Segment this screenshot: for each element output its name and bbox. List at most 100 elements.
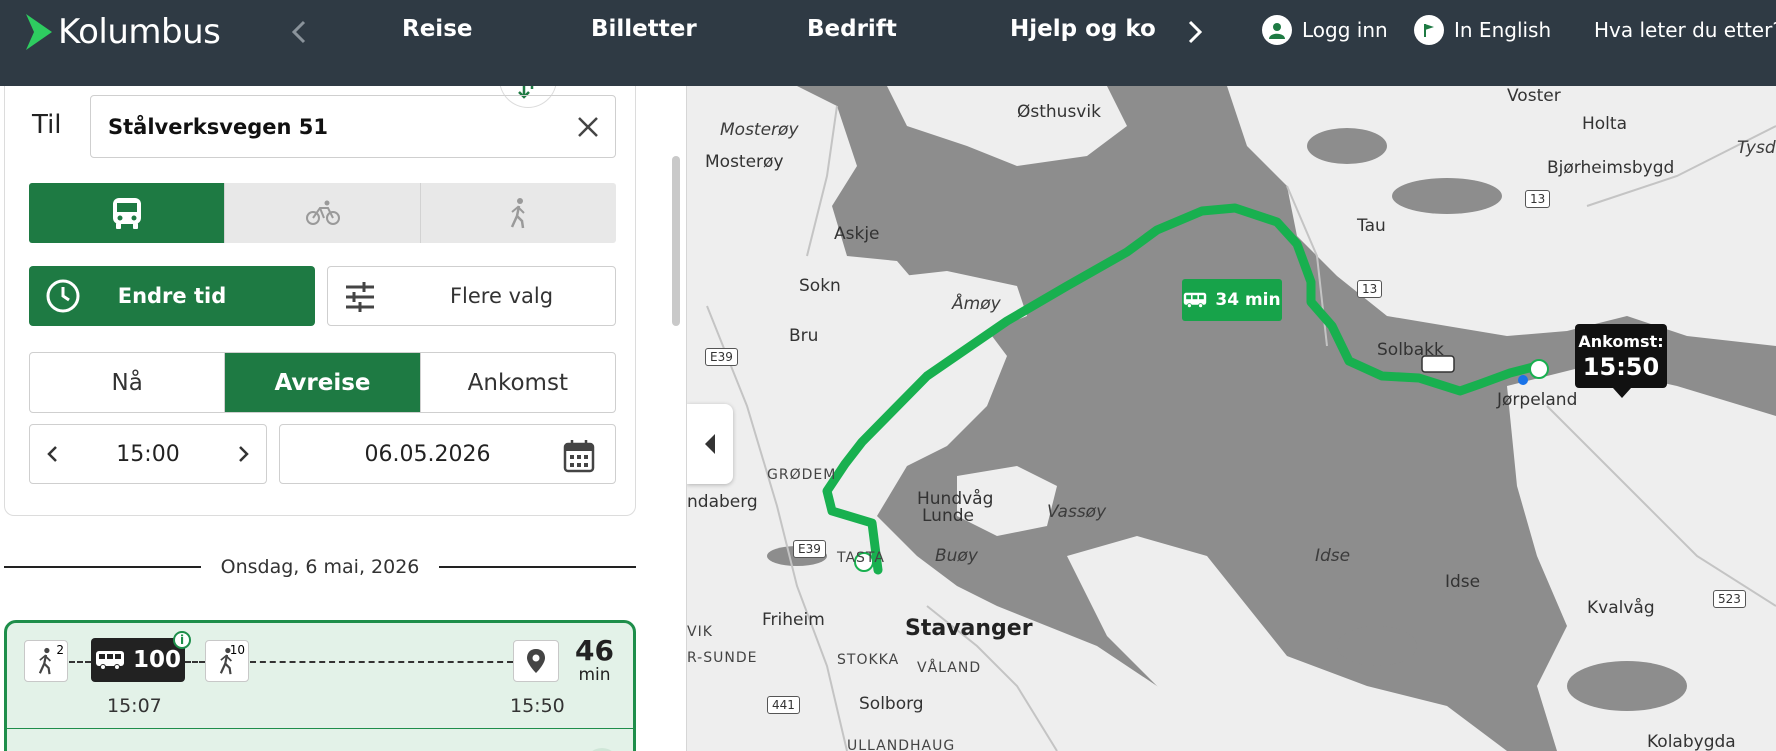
road-shield: 13 bbox=[1525, 190, 1551, 208]
place-label: ULLANDHAUG bbox=[847, 738, 956, 751]
place-label: Idse bbox=[1315, 546, 1351, 566]
login-label: Logg inn bbox=[1302, 18, 1388, 42]
nav-item-hjelp[interactable]: Hjelp og kon bbox=[1010, 16, 1155, 42]
time-mode-now[interactable]: Nå bbox=[30, 353, 226, 412]
more-options-label: Flere valg bbox=[449, 284, 554, 308]
place-label: Mosterøy bbox=[720, 120, 799, 140]
route-duration-text: 34 min bbox=[1215, 290, 1281, 310]
place-label: STOKKA bbox=[837, 652, 900, 668]
more-options-button[interactable]: Flere valg bbox=[327, 266, 616, 326]
time-mode-departure[interactable]: Avreise bbox=[225, 353, 421, 412]
place-label: Østhusvik bbox=[1017, 102, 1101, 122]
place-label: Solbakk bbox=[1377, 340, 1444, 360]
place-label: Bjørheimsbygd bbox=[1547, 158, 1675, 178]
nav-scroll-left-button[interactable] bbox=[284, 14, 314, 50]
mode-bicycle[interactable] bbox=[225, 183, 421, 243]
to-value: Stålverksvegen 51 bbox=[108, 114, 328, 139]
site-search-button[interactable]: Hva leter du etter? bbox=[1594, 18, 1776, 42]
duration-unit: min bbox=[578, 665, 611, 685]
time-value[interactable]: 15:00 bbox=[116, 442, 179, 467]
place-label: Kvalvåg bbox=[1587, 598, 1655, 618]
walk-leg-end: 10 bbox=[205, 640, 249, 682]
sidebar-scrollbar[interactable] bbox=[672, 156, 680, 326]
place-label: Solborg bbox=[859, 694, 924, 714]
destination-marker bbox=[513, 640, 559, 682]
date-input[interactable]: 06.05.2026 bbox=[279, 424, 616, 484]
time-mode-arrival[interactable]: Ankomst bbox=[421, 353, 615, 412]
place-label: R-SUNDE bbox=[687, 650, 758, 666]
collapse-sidebar-button[interactable] bbox=[687, 404, 733, 484]
place-label: Tau bbox=[1357, 216, 1386, 236]
bicycle-icon bbox=[305, 200, 340, 225]
road-shield: E39 bbox=[705, 348, 738, 366]
results-date-header: Onsdag, 6 mai, 2026 bbox=[220, 556, 420, 578]
date-value: 06.05.2026 bbox=[364, 441, 491, 467]
place-label: Jørpeland bbox=[1497, 390, 1578, 410]
login-button[interactable]: Logg inn bbox=[1262, 15, 1388, 45]
destination-stop-marker bbox=[1529, 359, 1549, 379]
walk-start-minutes: 2 bbox=[56, 643, 64, 657]
nav-item-bedrift[interactable]: Bedrift bbox=[807, 16, 897, 42]
mode-bus[interactable] bbox=[29, 183, 225, 243]
leg-connector bbox=[250, 661, 513, 663]
bus-icon bbox=[95, 651, 124, 670]
nav-scroll-right-button[interactable] bbox=[1180, 14, 1210, 50]
nav-item-reise[interactable]: Reise bbox=[402, 16, 472, 42]
leg-connector bbox=[69, 661, 91, 663]
place-label: Kolabygda bbox=[1647, 732, 1736, 751]
trip-result-card[interactable]: 2 100 i 10 46 min 15:07 15:50 bbox=[4, 620, 636, 751]
departure-time: 15:07 bbox=[107, 695, 162, 717]
place-label: Buøy bbox=[935, 546, 978, 566]
sliders-icon bbox=[346, 282, 374, 312]
trip-duration: 46 min bbox=[575, 634, 614, 686]
to-input[interactable]: Stålverksvegen 51 bbox=[90, 95, 616, 158]
nav-item-billetter[interactable]: Billetter bbox=[591, 16, 697, 42]
walk-leg-start: 2 bbox=[24, 640, 68, 682]
chevron-left-icon[interactable] bbox=[46, 445, 58, 463]
language-label: In English bbox=[1454, 18, 1552, 42]
arrival-tooltip: Ankomst: 15:50 bbox=[1575, 324, 1667, 398]
place-label: Holta bbox=[1582, 114, 1627, 134]
date-divider: Onsdag, 6 mai, 2026 bbox=[4, 552, 637, 582]
place-label: TASTA bbox=[837, 550, 885, 566]
mode-walk[interactable] bbox=[421, 183, 616, 243]
calendar-icon[interactable] bbox=[563, 439, 595, 473]
destination-point bbox=[1518, 375, 1528, 385]
place-label: Stavanger bbox=[905, 616, 1033, 641]
top-navigation-bar: Kolumbus Reise Billetter Bedrift Hjelp o… bbox=[0, 0, 1776, 86]
kolumbus-logo[interactable]: Kolumbus bbox=[26, 12, 221, 52]
info-icon[interactable]: i bbox=[173, 631, 191, 649]
land-ryfylke bbox=[1227, 86, 1776, 346]
place-label: GRØDEM bbox=[767, 467, 837, 483]
map-view[interactable]: Østhusvik Mosterøy Mosterøy Askje Sokn B… bbox=[687, 86, 1776, 751]
chevron-right-icon[interactable] bbox=[238, 445, 250, 463]
caret-left-icon bbox=[705, 434, 715, 454]
trip-planner-sidebar: Til Stålverksvegen 51 Endre tid Flere va… bbox=[0, 86, 687, 751]
place-label: Askje bbox=[834, 224, 880, 244]
place-label: Bru bbox=[789, 326, 819, 346]
chevron-left-icon bbox=[292, 20, 306, 44]
arrival-time: 15:50 bbox=[510, 695, 565, 717]
road-shield: 441 bbox=[767, 696, 800, 714]
location-pin-icon bbox=[527, 649, 545, 673]
road-shield: E39 bbox=[793, 540, 826, 558]
road-shield: 523 bbox=[1713, 590, 1746, 608]
place-label: Voster bbox=[1507, 86, 1561, 106]
place-label: Idse bbox=[1445, 572, 1481, 592]
change-time-button[interactable]: Endre tid bbox=[29, 266, 315, 326]
bus-icon bbox=[112, 198, 141, 229]
route-duration-chip[interactable]: 34 min bbox=[1182, 279, 1282, 321]
clear-icon[interactable] bbox=[575, 114, 601, 140]
bus-leg: 100 bbox=[91, 638, 185, 682]
route-number: 100 bbox=[132, 647, 181, 673]
brand-name: Kolumbus bbox=[58, 12, 221, 52]
language-button[interactable]: In English bbox=[1414, 15, 1551, 45]
duration-value: 46 bbox=[575, 634, 614, 667]
walk-icon bbox=[38, 647, 51, 675]
divider-line bbox=[4, 566, 201, 568]
place-label: Lunde bbox=[922, 506, 974, 526]
kolumbus-logo-icon bbox=[26, 14, 52, 50]
walk-icon bbox=[510, 198, 525, 229]
walk-end-minutes: 10 bbox=[229, 643, 245, 657]
change-time-label: Endre tid bbox=[117, 284, 227, 308]
